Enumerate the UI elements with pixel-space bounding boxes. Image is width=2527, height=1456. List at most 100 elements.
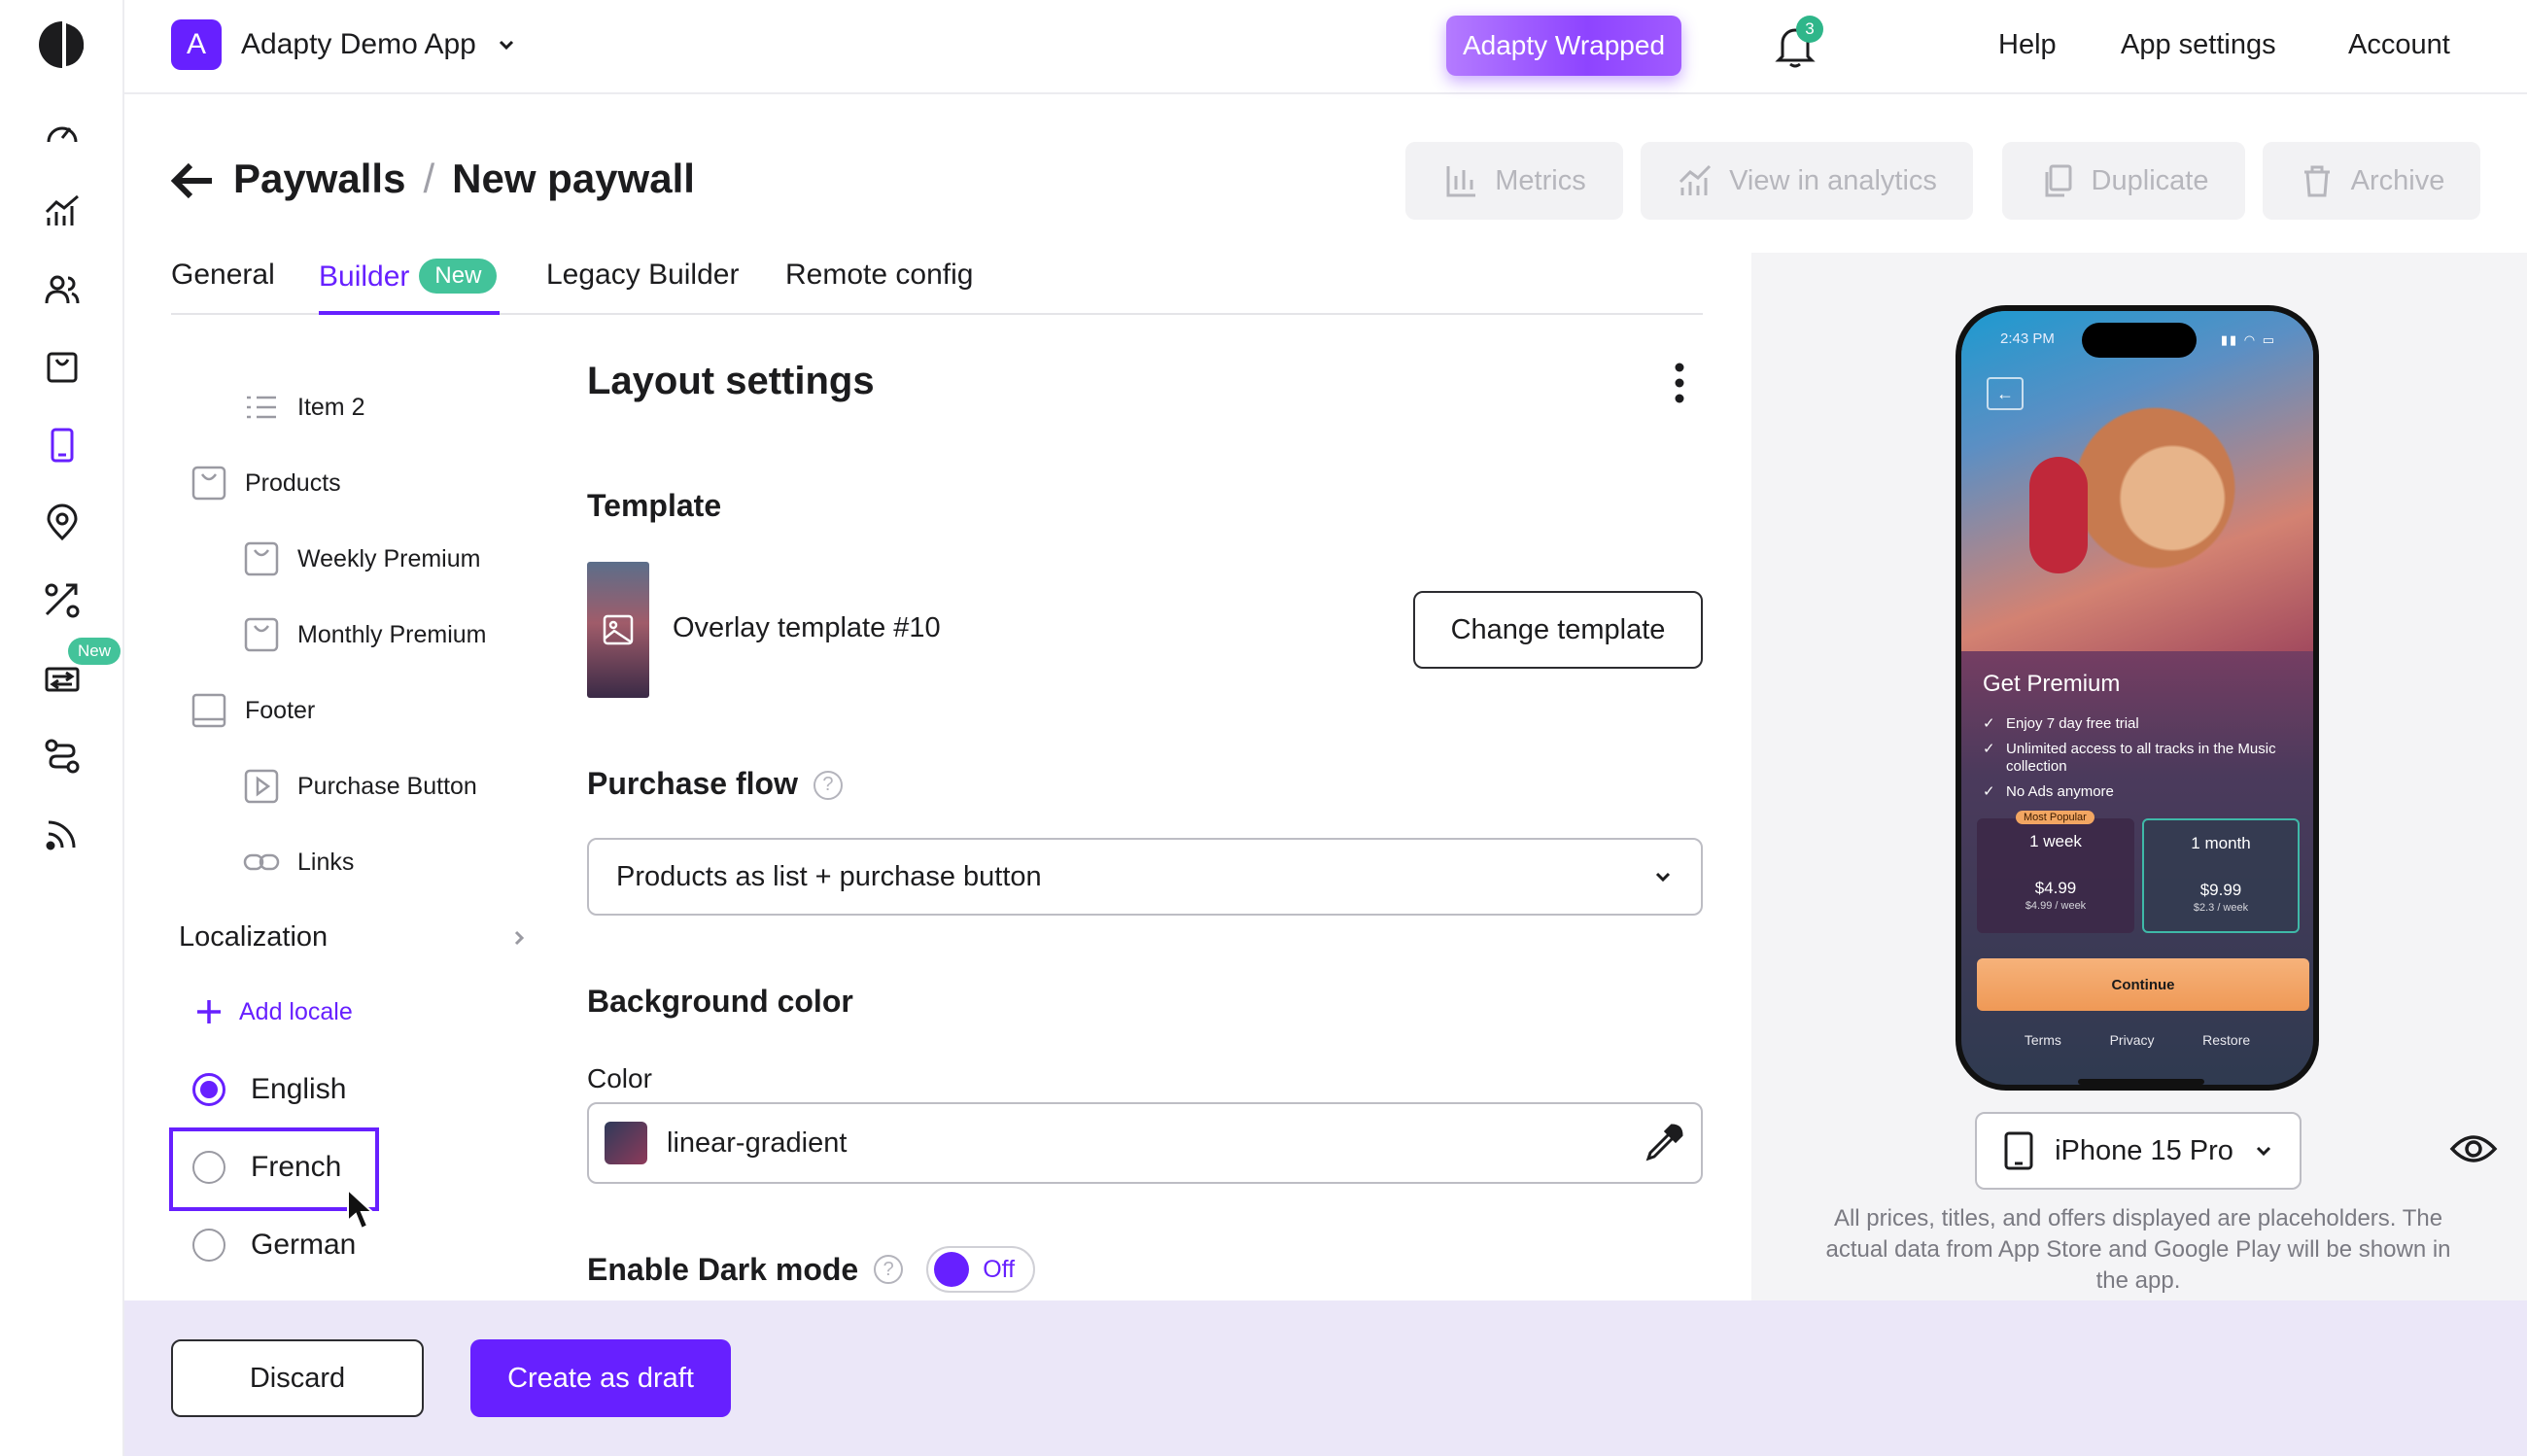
tab-remote-config[interactable]: Remote config <box>785 259 973 292</box>
tree-item-products[interactable]: Products <box>190 465 341 502</box>
help-icon[interactable]: ? <box>874 1255 904 1284</box>
placements-icon[interactable] <box>39 500 86 546</box>
tree-item-monthly-premium[interactable]: Monthly Premium <box>243 616 487 653</box>
chevron-down-icon <box>499 40 513 51</box>
check-icon: ✓ <box>1983 741 1995 757</box>
preview-continue-button: Continue <box>1977 958 2309 1011</box>
back-arrow-icon: ← <box>1987 377 2024 410</box>
tree-item-label: Links <box>297 848 355 876</box>
feature-item: ✓ Enjoy 7 day free trial <box>1983 715 2303 733</box>
plan-price: $4.99 <box>2034 879 2077 897</box>
copy-icon <box>2045 164 2072 197</box>
phone-preview: 2:43 PM ▮▮ ◠ ▭ ← Get Premium ✓ Enjoy 7 da… <box>1956 305 2319 1091</box>
tree-item-links[interactable]: Links <box>243 844 354 881</box>
create-draft-button[interactable]: Create as draft <box>470 1339 731 1417</box>
template-heading: Template <box>587 488 722 523</box>
ab-tests-icon[interactable] <box>39 577 86 624</box>
dynamic-island <box>2082 323 2197 358</box>
locale-label: English <box>251 1073 347 1105</box>
add-locale-label: Add locale <box>239 997 353 1025</box>
tab-legacy-builder[interactable]: Legacy Builder <box>546 259 739 292</box>
notification-count-badge: 3 <box>1796 16 1823 43</box>
preview-link: Privacy <box>2109 1032 2155 1048</box>
page-title: New paywall <box>452 156 695 201</box>
adapty-logo[interactable] <box>37 19 87 70</box>
profiles-icon[interactable] <box>39 266 86 313</box>
list-icon <box>247 396 276 419</box>
radio-unselected[interactable] <box>192 1229 225 1262</box>
breadcrumb-separator: / <box>423 156 435 201</box>
chevron-down-icon <box>2256 1146 2270 1157</box>
adapty-wrapped-button[interactable]: Adapty Wrapped <box>1446 16 1681 76</box>
new-badge: New <box>419 259 498 294</box>
most-popular-badge: Most Popular <box>2016 811 2094 824</box>
status-icons: ▮▮ ◠ ▭ <box>2220 332 2276 347</box>
duplicate-label: Duplicate <box>2091 164 2209 196</box>
plan-name: 1 week <box>2029 832 2082 850</box>
back-arrow-icon[interactable] <box>169 157 216 204</box>
purchase-flow-select[interactable]: Products as list + purchase button <box>587 838 1703 916</box>
play-button-icon <box>244 769 279 804</box>
app-settings-link[interactable]: App settings <box>2121 29 2276 61</box>
phone-icon <box>2004 1131 2033 1170</box>
plan-subprice: $2.3 / week <box>2193 902 2249 914</box>
analytics-icon <box>1679 164 1712 195</box>
purchase-flow-value: Products as list + purchase button <box>616 860 1042 892</box>
tree-item-purchase-button[interactable]: Purchase Button <box>243 768 477 805</box>
color-swatch[interactable] <box>605 1122 647 1164</box>
archive-button[interactable]: Archive <box>2263 142 2480 220</box>
tree-item-label: Footer <box>245 696 316 724</box>
layout-settings-title: Layout settings <box>587 360 875 402</box>
account-link[interactable]: Account <box>2348 29 2450 61</box>
bag-icon <box>244 541 279 576</box>
tree-item-weekly-premium[interactable]: Weekly Premium <box>243 540 480 577</box>
color-field[interactable]: linear-gradient <box>587 1102 1703 1184</box>
help-link[interactable]: Help <box>1998 29 2057 61</box>
image-icon <box>603 614 634 645</box>
locale-german[interactable]: German <box>192 1229 356 1262</box>
hero-image <box>1961 311 2313 651</box>
eyedropper-icon[interactable] <box>1643 1122 1685 1164</box>
active-tab-indicator <box>319 311 500 315</box>
trash-icon <box>2303 165 2330 197</box>
flows-icon[interactable] <box>39 733 86 780</box>
dark-mode-toggle[interactable]: Off <box>926 1246 1036 1293</box>
breadcrumb: Paywalls / New paywall <box>233 156 695 202</box>
check-icon: ✓ <box>1983 783 1995 800</box>
tab-builder[interactable]: Builder New <box>319 259 498 294</box>
tab-general[interactable]: General <box>171 259 275 292</box>
paywalls-icon[interactable] <box>39 422 86 468</box>
localization-header[interactable]: Localization <box>179 921 529 953</box>
dashboard-icon[interactable] <box>39 111 86 157</box>
integrations-icon[interactable] <box>39 811 86 857</box>
tree-item-footer[interactable]: Footer <box>190 692 315 729</box>
feature-text: Enjoy 7 day free trial <box>2006 715 2139 732</box>
discard-button[interactable]: Discard <box>171 1339 424 1417</box>
preview-title: Get Premium <box>1983 671 2121 697</box>
tree-item-label: Weekly Premium <box>297 544 481 572</box>
change-template-button[interactable]: Change template <box>1413 591 1703 669</box>
duplicate-button[interactable]: Duplicate <box>2002 142 2245 220</box>
breadcrumb-parent[interactable]: Paywalls <box>233 156 405 202</box>
background-color-heading: Background color <box>587 984 853 1019</box>
toggle-state: Off <box>983 1255 1016 1283</box>
view-in-analytics-button[interactable]: View in analytics <box>1641 142 1973 220</box>
chevron-right-icon <box>514 930 525 945</box>
device-select[interactable]: iPhone 15 Pro <box>1975 1112 2302 1190</box>
dark-mode-row: Enable Dark mode ? Off <box>587 1246 1036 1293</box>
metrics-button[interactable]: Metrics <box>1405 142 1623 220</box>
products-icon[interactable] <box>39 344 86 391</box>
template-thumbnail <box>587 562 649 698</box>
radio-selected[interactable] <box>192 1073 225 1106</box>
help-icon[interactable]: ? <box>813 770 843 800</box>
app-switcher[interactable]: A Adapty Demo App <box>171 19 517 70</box>
locale-english[interactable]: English <box>192 1073 346 1106</box>
mouse-cursor-icon <box>347 1188 375 1231</box>
tree-item-item2[interactable]: Item 2 <box>243 389 364 426</box>
eye-icon[interactable] <box>2449 1129 2498 1168</box>
analytics-icon[interactable] <box>39 189 86 235</box>
add-locale-button[interactable]: Add locale <box>194 997 353 1026</box>
metrics-label: Metrics <box>1495 164 1586 196</box>
more-options-icon[interactable] <box>1666 358 1693 408</box>
preview-link: Restore <box>2202 1032 2251 1048</box>
